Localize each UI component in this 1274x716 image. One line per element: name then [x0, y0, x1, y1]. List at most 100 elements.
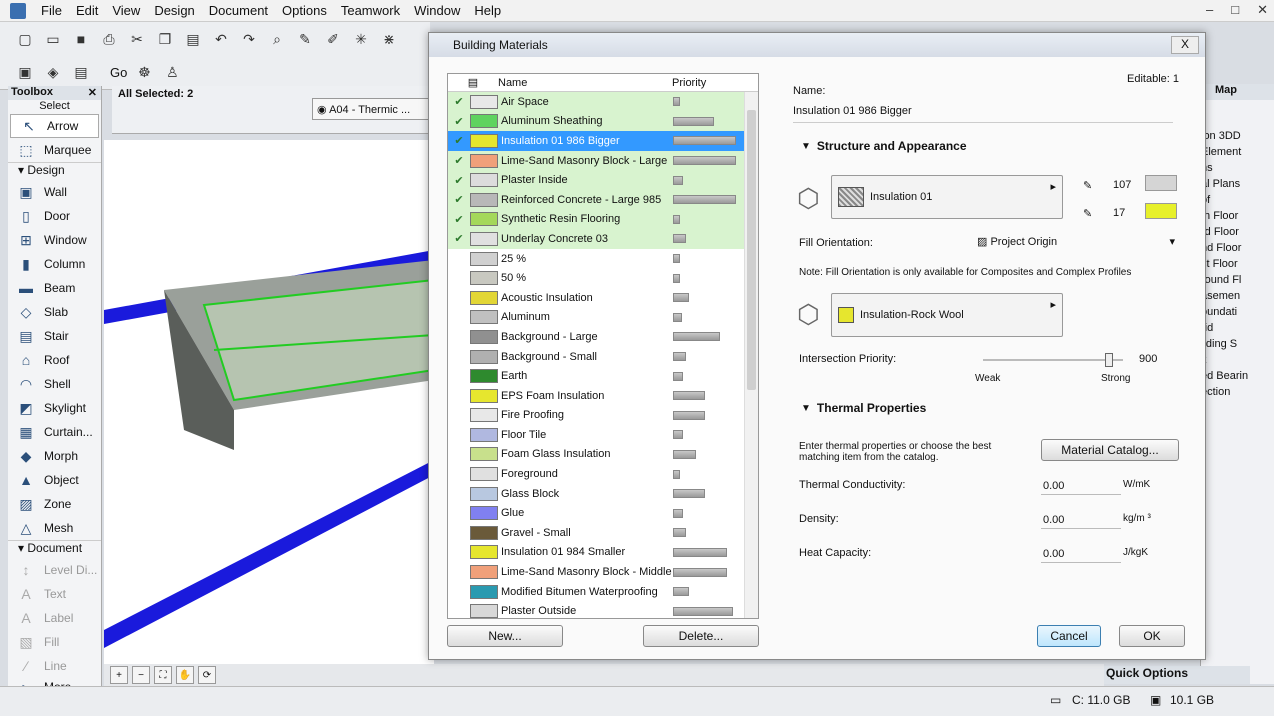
tool-arrow[interactable]: ↖ Arrow — [10, 114, 99, 138]
dialog-close-button[interactable]: X — [1171, 36, 1199, 54]
go-menu[interactable]: Go — [110, 65, 127, 80]
navigator-item[interactable]: th Floor — [1201, 210, 1274, 226]
close-window-button[interactable]: ✕ — [1257, 2, 1268, 18]
navigator-item[interactable]: nd Floor — [1201, 242, 1274, 258]
thermal-section-header[interactable]: ▼ Thermal Properties — [801, 401, 926, 415]
navigator-item[interactable]: rid — [1201, 322, 1274, 338]
maximize-button[interactable]: □ — [1231, 2, 1239, 18]
orbit-view-icon[interactable]: ⟳ — [198, 666, 216, 684]
surface-selector[interactable]: Insulation-Rock Wool ▸ — [831, 293, 1063, 337]
syringe-icon[interactable]: ✐ — [322, 28, 344, 50]
open-folder-icon[interactable]: ▭ — [42, 28, 64, 50]
copy-icon[interactable]: ❐ — [154, 28, 176, 50]
tool-line[interactable]: ∕ Line — [8, 654, 101, 678]
document-group[interactable]: ▾ Document — [8, 540, 101, 558]
tool-beam[interactable]: ▬ Beam — [8, 276, 101, 300]
list-scrollbar[interactable] — [744, 92, 758, 618]
material-row[interactable]: Glass Block — [448, 484, 758, 504]
slider-thumb[interactable] — [1105, 353, 1113, 367]
tool-window[interactable]: ⊞ Window — [8, 228, 101, 252]
material-row[interactable]: ✔ Lime-Sand Masonry Block - Large — [448, 150, 758, 171]
navigator-item[interactable]: ection — [1201, 386, 1274, 402]
density-input[interactable]: 0.00 — [1041, 511, 1121, 529]
tool-wall[interactable]: ▣ Wall — [8, 180, 101, 204]
navigator-item[interactable]: asemen — [1201, 290, 1274, 306]
design-group[interactable]: ▾ Design — [8, 162, 101, 180]
window-icon[interactable]: ▤ — [70, 62, 92, 84]
navigator-item[interactable]: k — [1201, 354, 1274, 370]
material-row[interactable]: Glue — [448, 503, 758, 523]
tool-mesh[interactable]: △ Mesh — [8, 516, 101, 540]
cut-fill-selector[interactable]: Insulation 01 ▸ — [831, 175, 1063, 219]
navigator-item[interactable]: round Fl — [1201, 274, 1274, 290]
snap-icon[interactable]: ⋇ — [378, 28, 400, 50]
name-input[interactable]: Insulation 01 986 Bigger — [793, 105, 1173, 123]
redo-icon[interactable]: ↷ — [238, 28, 260, 50]
navigator-item[interactable]: of — [1201, 194, 1274, 210]
navigator-item[interactable]: Element — [1201, 146, 1274, 162]
heat-capacity-input[interactable]: 0.00 — [1041, 545, 1121, 563]
tool-leveldi[interactable]: ↕ Level Di... — [8, 558, 101, 582]
tool-slab[interactable]: ◇ Slab — [8, 300, 101, 324]
tool-text[interactable]: A Text — [8, 582, 101, 606]
material-row[interactable]: Foreground — [448, 464, 758, 484]
tool-column[interactable]: ▮ Column — [8, 252, 101, 276]
material-row[interactable]: ✔ Air Space — [448, 92, 758, 112]
fill-orientation-dropdown[interactable]: ▨ Project Origin ▾ — [977, 233, 1179, 251]
include-column-icon[interactable]: ▤ — [448, 76, 498, 89]
minimize-button[interactable]: – — [1206, 2, 1213, 18]
tool-curtain[interactable]: ▦ Curtain... — [8, 420, 101, 444]
delete-button[interactable]: Delete... — [643, 625, 759, 647]
include-checkmark-icon[interactable]: ✔ — [448, 134, 470, 147]
material-row[interactable]: Background - Large — [448, 327, 758, 347]
view-selector[interactable]: ◉ A04 - Thermic ... — [312, 98, 434, 120]
tool-skylight[interactable]: ◩ Skylight — [8, 396, 101, 420]
material-row[interactable]: Foam Glass Insulation — [448, 445, 758, 465]
material-row[interactable]: ✔ Synthetic Resin Flooring — [448, 209, 758, 230]
structure-section-header[interactable]: ▼ Structure and Appearance — [801, 139, 967, 153]
include-checkmark-icon[interactable]: ✔ — [448, 232, 470, 245]
intersection-priority-slider[interactable] — [983, 359, 1123, 361]
material-row[interactable]: EPS Foam Insulation — [448, 386, 758, 406]
tool-fill[interactable]: ▧ Fill — [8, 630, 101, 654]
menu-window[interactable]: Window — [407, 3, 467, 18]
material-row[interactable]: ✔ Aluminum Sheathing — [448, 111, 758, 132]
new-button[interactable]: New... — [447, 625, 563, 647]
material-row[interactable]: ✔ Reinforced Concrete - Large 985 — [448, 189, 758, 210]
tool-morph[interactable]: ◆ Morph — [8, 444, 101, 468]
close-icon[interactable]: ✕ — [88, 86, 97, 100]
cancel-button[interactable]: Cancel — [1037, 625, 1101, 647]
menu-teamwork[interactable]: Teamwork — [334, 3, 407, 18]
menu-edit[interactable]: Edit — [69, 3, 105, 18]
tool-marquee[interactable]: ⬚ Marquee — [8, 138, 101, 162]
navigator-item[interactable]: ion 3DD — [1201, 130, 1274, 146]
priority-column-header[interactable]: Priority — [672, 77, 706, 89]
material-row[interactable]: Lime-Sand Masonry Block - Middle — [448, 562, 758, 582]
fill-pen-swatch[interactable] — [1145, 175, 1177, 191]
intersection-priority-value[interactable]: 900 — [1139, 353, 1157, 365]
ok-button[interactable]: OK — [1119, 625, 1185, 647]
material-row[interactable]: Fire Proofing — [448, 406, 758, 426]
background-pen-swatch[interactable] — [1145, 203, 1177, 219]
layout-icon[interactable]: ▣ — [14, 62, 36, 84]
menu-file[interactable]: File — [34, 3, 69, 18]
navigator-item[interactable]: ed Bearin — [1201, 370, 1274, 386]
material-row[interactable]: Insulation 01 984 Smaller — [448, 543, 758, 563]
tool-object[interactable]: ▲ Object — [8, 468, 101, 492]
include-checkmark-icon[interactable]: ✔ — [448, 154, 470, 167]
include-checkmark-icon[interactable]: ✔ — [448, 193, 470, 206]
scroll-thumb[interactable] — [747, 110, 756, 390]
pan-icon[interactable]: ✋ — [176, 666, 194, 684]
magic-wand-icon[interactable]: ✳ — [350, 28, 372, 50]
navigator-item[interactable]: ns — [1201, 162, 1274, 178]
material-row[interactable]: Gravel - Small — [448, 523, 758, 543]
navigator-item[interactable]: st Floor — [1201, 258, 1274, 274]
tool-zone[interactable]: ▨ Zone — [8, 492, 101, 516]
name-column-header[interactable]: Name — [498, 77, 672, 89]
material-row[interactable]: ✔ Underlay Concrete 03 — [448, 229, 758, 249]
material-row[interactable]: Modified Bitumen Waterproofing — [448, 582, 758, 602]
print-icon[interactable]: ⎙ — [98, 28, 120, 50]
3d-view-canvas[interactable] — [104, 140, 434, 686]
tool-shell[interactable]: ◠ Shell — [8, 372, 101, 396]
material-row[interactable]: Floor Tile — [448, 425, 758, 445]
